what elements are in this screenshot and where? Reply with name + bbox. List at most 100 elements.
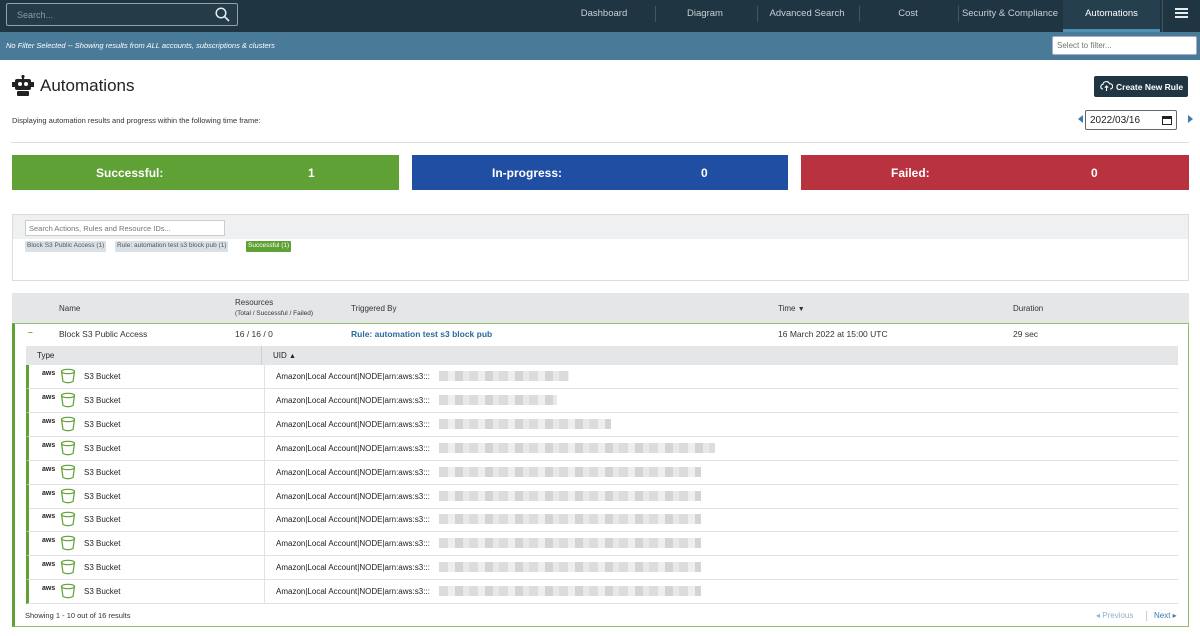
previous-label: Previous [1102, 611, 1134, 620]
stat-successful[interactable]: Successful: 1 [12, 155, 399, 190]
row-triggered-link[interactable]: Rule: automation test s3 block pub [351, 329, 492, 339]
previous-page-button[interactable]: ◂ Previous [1096, 611, 1133, 620]
filter-tag[interactable]: Successful (1) [246, 241, 292, 252]
redacted-block [439, 442, 715, 453]
s3-bucket-icon [60, 392, 76, 410]
s3-bucket-icon [60, 559, 76, 577]
col-type[interactable]: Type [37, 351, 54, 360]
collapse-icon[interactable]: – [28, 327, 33, 337]
resource-uid: Amazon|Local Account|NODE|arn:aws:s3::: [276, 491, 430, 501]
resource-uid: Amazon|Local Account|NODE|arn:aws:s3::: [276, 515, 430, 525]
redacted-block [439, 490, 701, 501]
resource-uid: Amazon|Local Account|NODE|arn:aws:s3::: [276, 587, 430, 597]
nav-automations[interactable]: Automations [1063, 0, 1160, 32]
row-duration: 29 sec [1013, 329, 1039, 339]
resource-uid: Amazon|Local Account|NODE|arn:aws:s3::: [276, 563, 430, 573]
calendar-icon[interactable] [1162, 115, 1172, 128]
results-count: Showing 1 - 10 out of 16 results [25, 611, 131, 620]
nav-cost[interactable]: Cost [860, 0, 956, 32]
resource-type: S3 Bucket [84, 491, 121, 501]
page-title: Automations [40, 76, 135, 95]
create-new-rule-button[interactable]: Create New Rule [1094, 76, 1188, 97]
col-triggered-by[interactable]: Triggered By [351, 304, 397, 313]
aws-logo-icon: aws [42, 393, 56, 401]
stat-in-progress[interactable]: In-progress: 0 [412, 155, 788, 190]
filter-tag[interactable]: Rule: automation test s3 block pub (1) [115, 241, 229, 252]
divider [11, 142, 1189, 143]
resource-row[interactable]: aws S3 Bucket Amazon|Local Account|NODE|ar… [26, 484, 1178, 509]
resource-uid: Amazon|Local Account|NODE|arn:aws:s3::: [276, 395, 430, 405]
resource-type: S3 Bucket [84, 467, 121, 477]
resource-row[interactable]: aws S3 Bucket Amazon|Local Account|NODE|ar… [26, 556, 1178, 581]
date-picker: 2022/03/16 [1077, 110, 1193, 130]
col-time[interactable]: Time ▼ [778, 304, 805, 313]
cloud-upload-icon [1100, 80, 1114, 94]
resource-row[interactable]: aws S3 Bucket Amazon|Local Account|NODE|ar… [26, 388, 1178, 413]
prev-date-arrow-icon[interactable] [1078, 115, 1083, 123]
filter-tag[interactable]: Block S3 Public Access (1) [25, 241, 107, 252]
resource-uid: Amazon|Local Account|NODE|arn:aws:s3::: [276, 467, 430, 477]
stat-in-progress-label: In-progress: [492, 166, 563, 180]
resource-row[interactable]: aws S3 Bucket Amazon|Local Account|NODE|ar… [26, 412, 1178, 437]
stat-successful-label: Successful: [96, 166, 164, 180]
s3-bucket-icon [60, 440, 76, 458]
col-resources[interactable]: Resources [235, 298, 273, 307]
next-date-arrow-icon[interactable] [1188, 115, 1193, 123]
resource-row[interactable]: aws S3 Bucket Amazon|Local Account|NODE|ar… [26, 365, 1178, 389]
search-icon[interactable] [215, 7, 230, 27]
aws-logo-icon: aws [42, 370, 56, 377]
resource-row[interactable]: aws S3 Bucket Amazon|Local Account|NODE|ar… [26, 460, 1178, 485]
scope-filter-input[interactable] [1052, 36, 1197, 55]
col-resources-sub: (Total / Successful / Failed) [235, 310, 314, 317]
nav-diagram[interactable]: Diagram [657, 0, 753, 32]
subtable-header: Type UID ▲ [26, 346, 1178, 365]
resource-type: S3 Bucket [84, 515, 121, 525]
resource-type: S3 Bucket [84, 563, 121, 573]
nav-dashboard[interactable]: Dashboard [556, 0, 652, 32]
row-resources: 16 / 16 / 0 [235, 329, 273, 339]
top-nav: Dashboard Diagram Advanced Search Cost S… [0, 0, 1200, 32]
stat-failed[interactable]: Failed: 0 [801, 155, 1189, 190]
nav-security-compliance[interactable]: Security & Compliance [959, 0, 1061, 32]
aws-logo-icon: aws [42, 465, 56, 473]
col-uid-label: UID [273, 351, 287, 360]
s3-bucket-icon [60, 416, 76, 434]
results-search-input[interactable] [25, 220, 225, 236]
redacted-block [439, 466, 701, 477]
resource-type: S3 Bucket [84, 372, 121, 381]
next-page-button[interactable]: Next ▸ [1154, 611, 1177, 620]
next-label: Next [1154, 611, 1171, 620]
sort-up-icon: ▲ [289, 353, 296, 360]
table-header: Name Resources (Total / Successful / Fai… [12, 293, 1189, 323]
s3-bucket-icon [60, 511, 76, 529]
stat-in-progress-value: 0 [701, 166, 708, 180]
table-row[interactable]: – Block S3 Public Access 16 / 16 / 0 Rul… [12, 323, 1189, 627]
global-search-input[interactable] [7, 4, 207, 25]
resource-row[interactable]: aws S3 Bucket Amazon|Local Account|NODE|ar… [26, 580, 1178, 605]
aws-logo-icon: aws [42, 441, 56, 449]
hamburger-icon [1175, 8, 1188, 18]
redacted-block [439, 394, 557, 405]
resource-row[interactable]: aws S3 Bucket Amazon|Local Account|NODE|ar… [26, 508, 1178, 533]
s3-bucket-icon [60, 464, 76, 482]
robot-icon [12, 74, 34, 102]
redacted-block [439, 586, 701, 597]
s3-bucket-icon [60, 488, 76, 506]
resource-uid: Amazon|Local Account|NODE|arn:aws:s3::: [276, 443, 430, 453]
stat-successful-value: 1 [308, 166, 315, 180]
filter-status-text: No Filter Selected -- Showing results fr… [6, 41, 275, 50]
aws-logo-icon: aws [42, 489, 56, 497]
col-uid[interactable]: UID ▲ [273, 351, 296, 360]
resource-uid: Amazon|Local Account|NODE|arn:aws:s3::: [276, 419, 430, 429]
col-duration[interactable]: Duration [1013, 304, 1043, 313]
resource-row[interactable]: aws S3 Bucket Amazon|Local Account|NODE|ar… [26, 532, 1178, 557]
menu-button[interactable] [1162, 0, 1200, 32]
s3-bucket-icon [60, 535, 76, 553]
date-input[interactable]: 2022/03/16 [1085, 110, 1177, 130]
redacted-block [439, 514, 701, 525]
nav-advanced-search[interactable]: Advanced Search [758, 0, 856, 32]
col-name[interactable]: Name [59, 304, 80, 313]
filter-bar: No Filter Selected -- Showing results fr… [0, 32, 1200, 60]
resource-row[interactable]: aws S3 Bucket Amazon|Local Account|NODE|ar… [26, 436, 1178, 461]
aws-logo-icon: aws [42, 561, 56, 569]
